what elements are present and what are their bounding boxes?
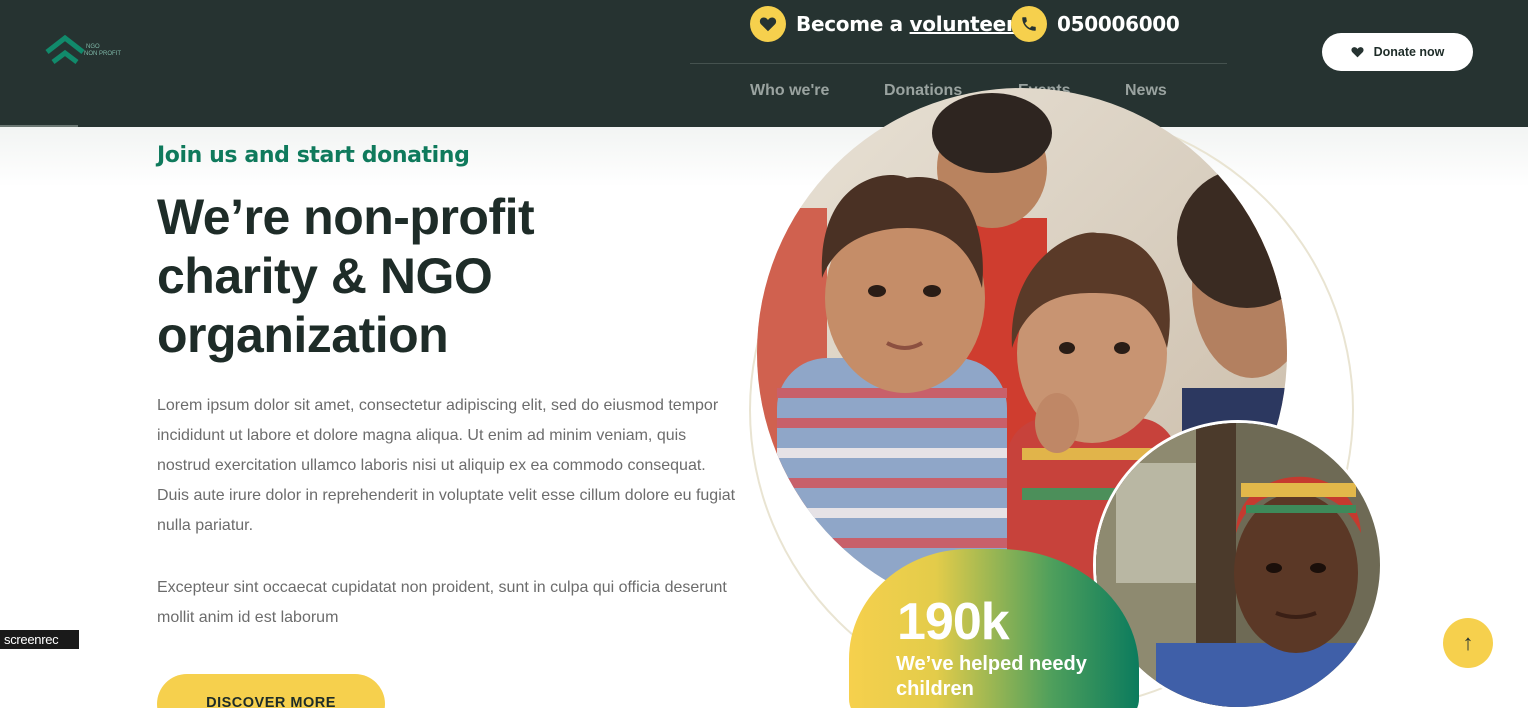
hero-paragraph-1: Lorem ipsum dolor sit amet, consectetur … [157, 397, 736, 534]
volunteer-prefix: Become a [796, 12, 903, 36]
site-header: NGO NON PROFIT Become a volunteer 050006… [0, 0, 1528, 127]
logo-line1: NGO [86, 44, 100, 50]
volunteer-link-text[interactable]: volunteer [910, 12, 1016, 36]
phone-icon [1011, 6, 1047, 42]
become-volunteer-link[interactable]: Become a volunteer [750, 6, 1016, 42]
scroll-to-top-button[interactable]: ↑ [1443, 618, 1493, 668]
heart-icon [1351, 47, 1364, 58]
stat-number: 190k [897, 593, 1010, 651]
hero-title-line: organization [157, 307, 449, 363]
stat-label: We’ve helped needy children [896, 653, 1087, 700]
nav-item-who-we-are[interactable]: Who we're [750, 82, 829, 100]
heart-icon [750, 6, 786, 42]
logo-chevron-icon [45, 35, 85, 64]
hero-kicker: Join us and start donating [157, 143, 470, 168]
hero-title-line: We’re non-profit [157, 189, 535, 245]
donate-now-label: Donate now [1373, 45, 1445, 59]
screenrec-watermark: screenrec [0, 630, 79, 649]
nav-item-news[interactable]: News [1125, 82, 1167, 100]
arrow-up-icon: ↑ [1462, 630, 1474, 655]
site-logo[interactable]: NGO NON PROFIT [44, 35, 128, 71]
discover-more-button[interactable]: DISCOVER MORE [157, 674, 385, 708]
logo-line2: NON PROFIT [84, 51, 121, 57]
hero-title: We’re non-profit charity & NGO organizat… [157, 188, 717, 365]
hero-title-line: charity & NGO [157, 248, 493, 304]
hero-paragraph-2: Excepteur sint occaecat cupidatat non pr… [157, 579, 727, 626]
phone-contact[interactable]: 050006000 [1011, 6, 1180, 42]
donate-now-button[interactable]: Donate now [1322, 33, 1473, 71]
phone-number: 050006000 [1057, 12, 1180, 36]
header-divider [690, 63, 1227, 64]
